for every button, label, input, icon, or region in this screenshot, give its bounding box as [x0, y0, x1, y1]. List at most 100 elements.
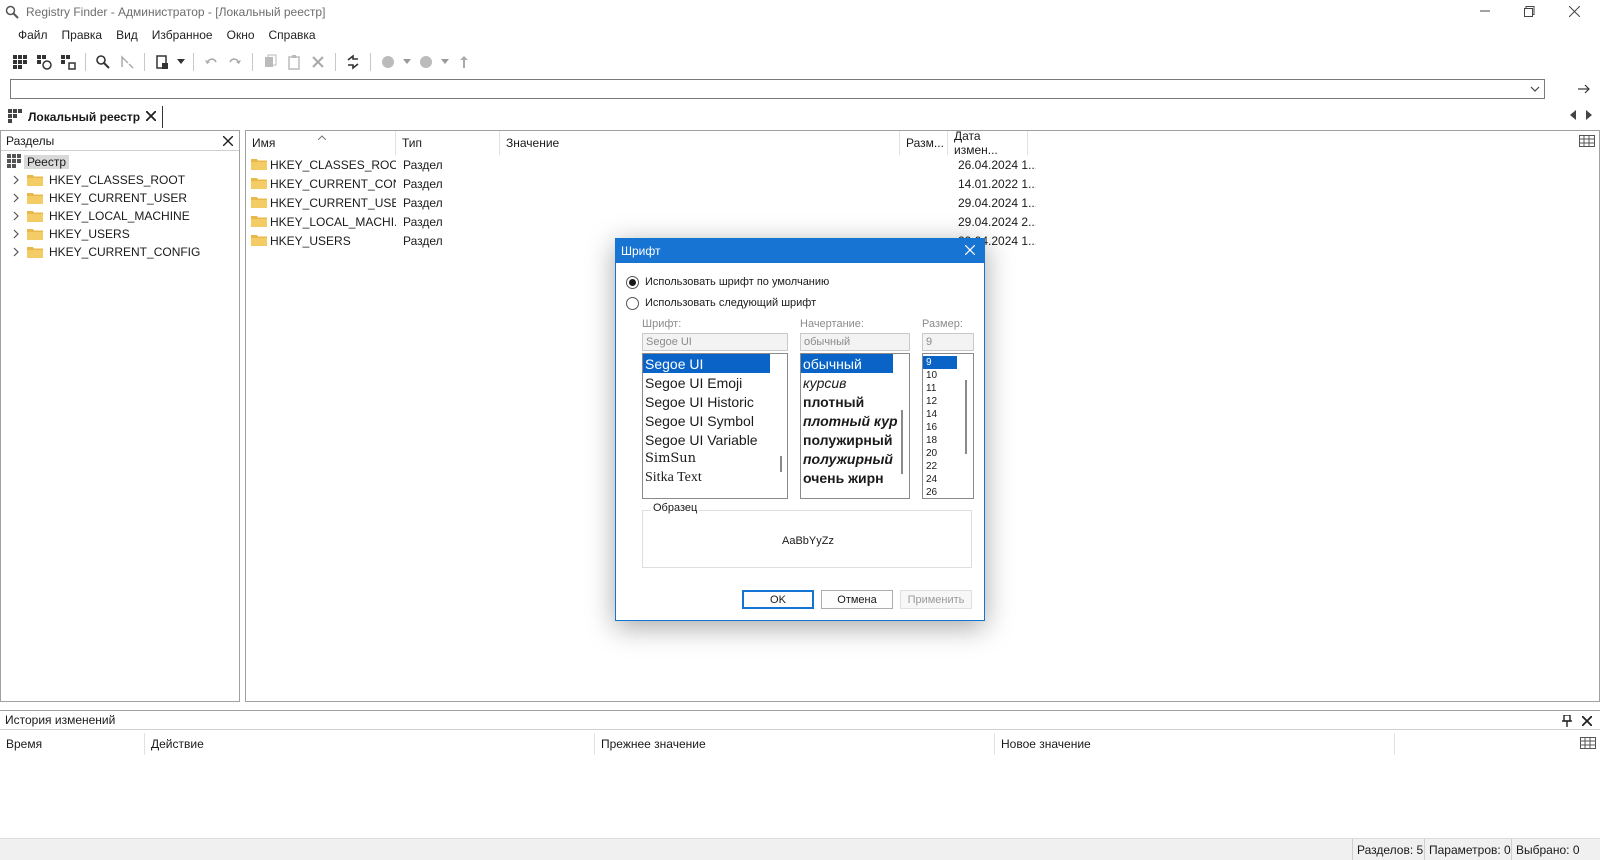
apply-button[interactable]: Применить: [900, 590, 972, 609]
chevron-down-icon[interactable]: [176, 52, 186, 72]
up-level-icon: [454, 52, 474, 72]
status-params: Параметров: 0: [1424, 839, 1515, 860]
style-list-item[interactable]: плотный: [801, 392, 909, 411]
list-row[interactable]: HKEY_CLASSES_ROOT Раздел 26.04.2024 1...: [246, 155, 1146, 174]
font-style-field[interactable]: обычный: [800, 333, 910, 351]
close-history-icon[interactable]: [1581, 715, 1593, 729]
refresh-icon[interactable]: [343, 52, 363, 72]
restore-icon[interactable]: [1506, 0, 1552, 22]
go-arrow-icon[interactable]: [1576, 81, 1592, 97]
menu-window[interactable]: Окно: [227, 28, 255, 42]
magnifier-app-icon: [4, 4, 20, 20]
font-list-item[interactable]: Sitka Text: [643, 468, 787, 487]
menu-favorites[interactable]: Избранное: [152, 28, 213, 42]
size-list-item[interactable]: 26: [923, 486, 973, 498]
column-header-date[interactable]: Дата измен...: [948, 129, 1028, 157]
history-column-old-value[interactable]: Прежнее значение: [595, 733, 995, 755]
menu-help[interactable]: Справка: [269, 28, 316, 42]
minimize-icon[interactable]: [1462, 0, 1508, 22]
radio-unchecked-icon[interactable]: [626, 296, 639, 310]
local-registry-icon[interactable]: [10, 52, 30, 72]
font-list-item[interactable]: Segoe UI Symbol: [643, 411, 787, 430]
column-header-type[interactable]: Тип: [396, 131, 500, 155]
style-list-item[interactable]: полужирный: [801, 430, 909, 449]
column-chooser-icon[interactable]: [1580, 737, 1596, 752]
style-list-item[interactable]: очень жирн: [801, 468, 909, 487]
status-selected: Выбрано: 0: [1511, 839, 1584, 860]
chevron-right-icon[interactable]: [11, 210, 21, 222]
column-header-value[interactable]: Значение: [500, 131, 900, 155]
folder-icon: [27, 211, 43, 222]
style-list[interactable]: обычный курсив плотный плотный кур полуж…: [800, 353, 910, 499]
size-list-scrollbar[interactable]: [965, 380, 967, 454]
tree-item[interactable]: HKEY_CLASSES_ROOT: [1, 171, 239, 189]
font-name-field[interactable]: Segoe UI: [642, 333, 788, 351]
pane-title: Разделы: [6, 133, 55, 148]
font-list-item[interactable]: Segoe UI Variable: [643, 430, 787, 449]
column-header-size[interactable]: Разм...: [900, 131, 948, 155]
tree-item[interactable]: HKEY_CURRENT_USER: [1, 189, 239, 207]
close-dialog-icon[interactable]: [962, 242, 978, 258]
font-list-item[interactable]: Segoe UI: [643, 354, 770, 373]
pin-icon[interactable]: [1562, 714, 1572, 730]
search-icon[interactable]: [93, 52, 113, 72]
close-tab-icon[interactable]: [145, 110, 157, 124]
ok-button[interactable]: OK: [742, 590, 814, 609]
style-list-item[interactable]: полужирный: [801, 449, 909, 468]
font-list-item[interactable]: Segoe UI Emoji: [643, 373, 787, 392]
tree-item[interactable]: HKEY_CURRENT_CONFIG: [1, 243, 239, 261]
style-list-scrollbar[interactable]: [901, 410, 903, 474]
tab-scroll-right-icon[interactable]: [1582, 108, 1596, 122]
close-pane-icon[interactable]: [222, 133, 234, 149]
font-list-scrollbar[interactable]: [780, 456, 782, 472]
chevron-right-icon[interactable]: [11, 192, 21, 204]
size-list[interactable]: 9 10 11 12 14 16 18 20 22 24 26: [922, 353, 974, 499]
offline-registry-icon[interactable]: [58, 52, 78, 72]
chevron-right-icon[interactable]: [11, 174, 21, 186]
tree-item[interactable]: HKEY_LOCAL_MACHINE: [1, 207, 239, 225]
radio-default-font[interactable]: Использовать шрифт по умолчанию: [626, 273, 829, 291]
tab-scroll-left-icon[interactable]: [1566, 108, 1580, 122]
new-key-icon[interactable]: [152, 52, 172, 72]
row-type: Раздел: [403, 157, 443, 172]
history-column-new-value[interactable]: Новое значение: [995, 733, 1395, 755]
radio-custom-font[interactable]: Использовать следующий шрифт: [626, 294, 816, 312]
history-pane-header: История изменений: [0, 710, 1600, 730]
style-list-item[interactable]: плотный кур: [801, 411, 909, 430]
menu-view[interactable]: Вид: [116, 28, 138, 42]
history-column-action[interactable]: Действие: [145, 733, 595, 755]
tree-item[interactable]: HKEY_USERS: [1, 225, 239, 243]
font-list-item[interactable]: SimSun: [643, 449, 787, 468]
row-type: Раздел: [403, 195, 443, 210]
tab-label: Локальный реестр: [28, 110, 141, 124]
close-window-icon[interactable]: [1551, 0, 1597, 22]
column-chooser-icon[interactable]: [1579, 135, 1595, 150]
size-list-item[interactable]: 22: [923, 460, 973, 473]
menu-edit[interactable]: Правка: [62, 28, 103, 42]
size-list-item[interactable]: 9: [923, 356, 957, 369]
chevron-down-icon[interactable]: [1528, 82, 1542, 96]
remote-registry-icon[interactable]: [34, 52, 54, 72]
list-row[interactable]: HKEY_LOCAL_MACHI... Раздел 29.04.2024 2.…: [246, 212, 1146, 231]
sample-group: Образец AaBbYyZz: [642, 502, 972, 568]
font-size-field[interactable]: 9: [922, 333, 974, 351]
folder-icon: [251, 159, 267, 170]
font-list[interactable]: Segoe UI Segoe UI Emoji Segoe UI Histori…: [642, 353, 788, 499]
radio-checked-icon[interactable]: [626, 275, 639, 289]
tree-item-label: HKEY_CURRENT_CONFIG: [49, 245, 201, 259]
history-column-time[interactable]: Время: [0, 733, 145, 755]
chevron-right-icon[interactable]: [11, 228, 21, 240]
tree-root[interactable]: Реестр: [1, 153, 239, 171]
tab-local-registry[interactable]: Локальный реестр: [8, 106, 164, 128]
list-row[interactable]: HKEY_CURRENT_USER Раздел 29.04.2024 1...: [246, 193, 1146, 212]
style-list-item[interactable]: обычный: [801, 354, 893, 373]
menu-file[interactable]: Файл: [18, 28, 48, 42]
column-header-name[interactable]: Имя: [246, 131, 396, 155]
size-list-item[interactable]: 24: [923, 473, 973, 486]
cancel-button[interactable]: Отмена: [821, 590, 893, 609]
list-row[interactable]: HKEY_CURRENT_CON... Раздел 14.01.2022 1.…: [246, 174, 1146, 193]
style-list-item[interactable]: курсив: [801, 373, 909, 392]
chevron-right-icon[interactable]: [11, 246, 21, 258]
address-input[interactable]: [10, 79, 1545, 99]
font-list-item[interactable]: Segoe UI Historic: [643, 392, 787, 411]
